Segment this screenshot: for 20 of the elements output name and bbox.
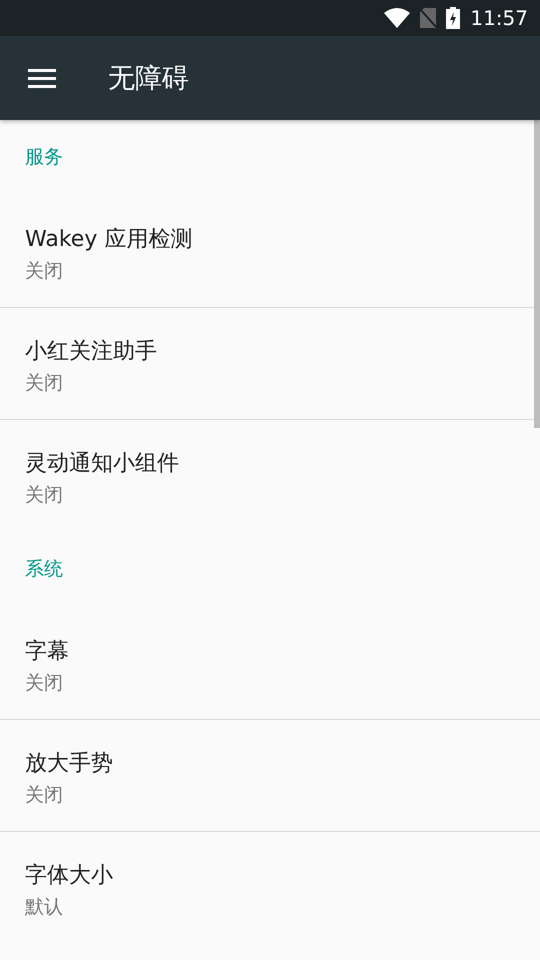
toolbar-title: 无障碍 xyxy=(108,62,189,96)
setting-title[interactable]: 字体大小 xyxy=(25,860,113,890)
setting-summary: 默认 xyxy=(25,895,63,920)
section-header: 系统 xyxy=(24,557,64,582)
setting-title[interactable]: 放大手势 xyxy=(25,748,113,778)
setting-summary: 关闭 xyxy=(25,259,63,284)
battery-charging-icon xyxy=(446,7,460,29)
setting-summary: 关闭 xyxy=(25,483,63,508)
no-sim-icon xyxy=(420,8,436,28)
setting-title[interactable]: 灵动通知小组件 xyxy=(25,448,179,478)
menu-icon[interactable] xyxy=(28,68,56,88)
setting-summary: 关闭 xyxy=(25,783,63,808)
setting-title[interactable]: Wakey 应用检测 xyxy=(25,224,192,254)
status-time: 11:57 xyxy=(470,6,528,30)
section-header: 服务 xyxy=(24,145,64,170)
wifi-icon xyxy=(384,8,410,28)
setting-title[interactable]: 小红关注助手 xyxy=(25,336,157,366)
setting-title[interactable]: 字幕 xyxy=(25,636,69,666)
setting-summary: 关闭 xyxy=(25,371,63,396)
setting-summary: 关闭 xyxy=(25,671,63,696)
